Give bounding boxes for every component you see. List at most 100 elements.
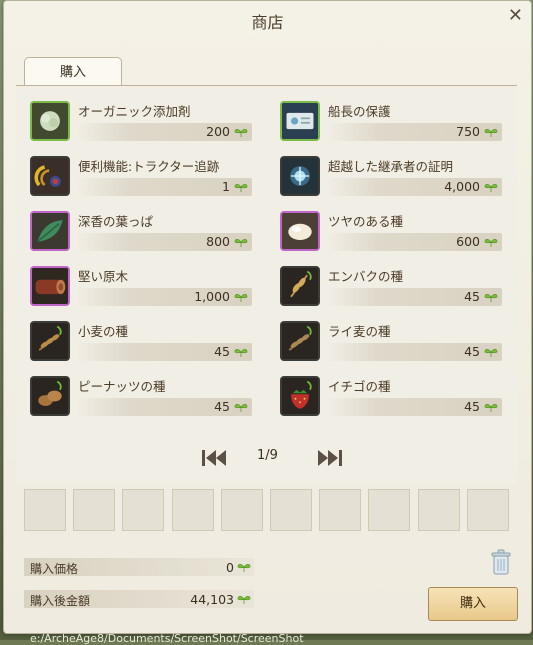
cart-slot[interactable] <box>220 489 263 531</box>
after-purchase-value: 44,103 <box>190 592 234 607</box>
purchase-price-label: 購入価格 <box>30 562 79 576</box>
item-name: 深香の葉っぱ <box>78 214 154 229</box>
pagination: 1/9 <box>4 447 531 471</box>
item-price: 45 <box>214 399 230 414</box>
cart-slot[interactable] <box>466 489 509 531</box>
item-price-bar: 1,000 <box>76 288 252 306</box>
cart-slot[interactable] <box>171 489 214 531</box>
shop-item[interactable]: 船長の保護 750 <box>280 100 502 146</box>
shop-item[interactable]: 便利機能:トラクター追跡 1 <box>30 155 252 201</box>
peanut-seed-icon[interactable] <box>30 376 70 416</box>
organic-additive-icon[interactable] <box>30 101 70 141</box>
item-price: 800 <box>206 234 230 249</box>
rye-seed-icon[interactable] <box>280 321 320 361</box>
cart-slot[interactable] <box>417 489 460 531</box>
currency-leaf-icon <box>234 238 248 247</box>
item-name: 超越した継承者の証明 <box>328 159 454 174</box>
currency-leaf-icon <box>484 238 498 247</box>
shop-item[interactable]: 超越した継承者の証明 4,000 <box>280 155 502 201</box>
item-price-bar: 45 <box>76 343 252 361</box>
item-name: 船長の保護 <box>328 104 391 119</box>
item-name: ピーナッツの種 <box>78 379 166 394</box>
item-price-bar: 750 <box>326 123 502 141</box>
cart-slots <box>24 489 519 533</box>
item-price-bar: 600 <box>326 233 502 251</box>
screenshot-path-text: e:/ArcheAge8/Documents/ScreenShot/Screen… <box>30 632 304 645</box>
currency-leaf-icon <box>484 348 498 357</box>
currency-leaf-icon <box>484 293 498 302</box>
fragrant-leaf-icon[interactable] <box>30 211 70 251</box>
last-page-icon[interactable] <box>316 447 346 469</box>
shop-item[interactable]: 小麦の種 45 <box>30 320 252 366</box>
item-name: イチゴの種 <box>328 379 391 394</box>
transcendent-heir-proof-icon[interactable] <box>280 156 320 196</box>
shop-item[interactable]: 深香の葉っぱ 800 <box>30 210 252 256</box>
tab-purchase[interactable]: 購入 <box>24 57 122 86</box>
item-name: オーガニック添加剤 <box>78 104 191 119</box>
item-price: 45 <box>464 289 480 304</box>
item-price: 4,000 <box>444 179 480 194</box>
shop-window: 商店 ✕ 購入 オーガニック添加剤 200 船長の保護 750 便利機能:トラクター追跡… <box>3 0 532 634</box>
currency-leaf-icon <box>234 293 248 302</box>
item-name: 小麦の種 <box>78 324 129 339</box>
item-name: エンバクの種 <box>328 269 404 284</box>
item-name: ライ麦の種 <box>328 324 391 339</box>
currency-leaf-icon <box>484 183 498 192</box>
shop-item[interactable]: エンバクの種 45 <box>280 265 502 311</box>
item-name: ツヤのある種 <box>328 214 404 229</box>
window-title: 商店 <box>251 13 284 32</box>
glossy-seed-icon[interactable] <box>280 211 320 251</box>
hard-log-icon[interactable] <box>30 266 70 306</box>
trash-icon[interactable] <box>490 548 512 576</box>
close-icon[interactable]: ✕ <box>508 7 523 25</box>
strawberry-seed-icon[interactable] <box>280 376 320 416</box>
currency-leaf-icon <box>237 595 251 604</box>
item-price-bar: 45 <box>326 288 502 306</box>
purchase-price-value: 0 <box>226 560 234 575</box>
tractor-tracking-icon[interactable] <box>30 156 70 196</box>
cart-slot[interactable] <box>122 489 165 531</box>
cart-slot[interactable] <box>270 489 312 531</box>
item-name: 堅い原木 <box>78 269 129 284</box>
shop-item[interactable]: オーガニック添加剤 200 <box>30 100 252 146</box>
shop-item[interactable]: イチゴの種 45 <box>280 375 502 421</box>
shop-item[interactable]: ツヤのある種 600 <box>280 210 502 256</box>
oat-seed-icon[interactable] <box>280 266 320 306</box>
page-indicator: 1/9 <box>257 448 278 463</box>
item-price-bar: 1 <box>76 178 252 196</box>
item-price-bar: 800 <box>76 233 252 251</box>
shop-item[interactable]: ライ麦の種 45 <box>280 320 502 366</box>
item-price: 600 <box>456 234 480 249</box>
currency-leaf-icon <box>234 128 248 137</box>
item-price: 750 <box>456 124 480 139</box>
currency-leaf-icon <box>237 563 251 572</box>
currency-leaf-icon <box>484 128 498 137</box>
currency-leaf-icon <box>484 403 498 412</box>
item-price-bar: 200 <box>76 123 252 141</box>
currency-leaf-icon <box>234 183 248 192</box>
item-price: 200 <box>206 124 230 139</box>
item-price-bar: 45 <box>326 343 502 361</box>
cart-slot[interactable] <box>73 489 116 531</box>
item-price-bar: 4,000 <box>326 178 502 196</box>
item-price: 45 <box>464 399 480 414</box>
after-purchase-label: 購入後金額 <box>30 594 91 608</box>
item-list-panel: オーガニック添加剤 200 船長の保護 750 便利機能:トラクター追跡 1 超越した継承者… <box>16 85 517 484</box>
cart-slot[interactable] <box>368 489 411 531</box>
item-price: 45 <box>464 344 480 359</box>
item-name: 便利機能:トラクター追跡 <box>78 159 220 174</box>
shop-item[interactable]: 堅い原木 1,000 <box>30 265 252 311</box>
shop-item[interactable]: ピーナッツの種 45 <box>30 375 252 421</box>
captain-protection-icon[interactable] <box>280 101 320 141</box>
item-price: 1 <box>222 179 230 194</box>
item-price: 1,000 <box>194 289 230 304</box>
item-price: 45 <box>214 344 230 359</box>
wheat-seed-icon[interactable] <box>30 321 70 361</box>
item-price-bar: 45 <box>326 398 502 416</box>
currency-leaf-icon <box>234 403 248 412</box>
cart-slot[interactable] <box>24 489 66 531</box>
item-price-bar: 45 <box>76 398 252 416</box>
currency-leaf-icon <box>234 348 248 357</box>
buy-button[interactable]: 購入 <box>428 587 518 621</box>
cart-slot[interactable] <box>319 489 362 531</box>
